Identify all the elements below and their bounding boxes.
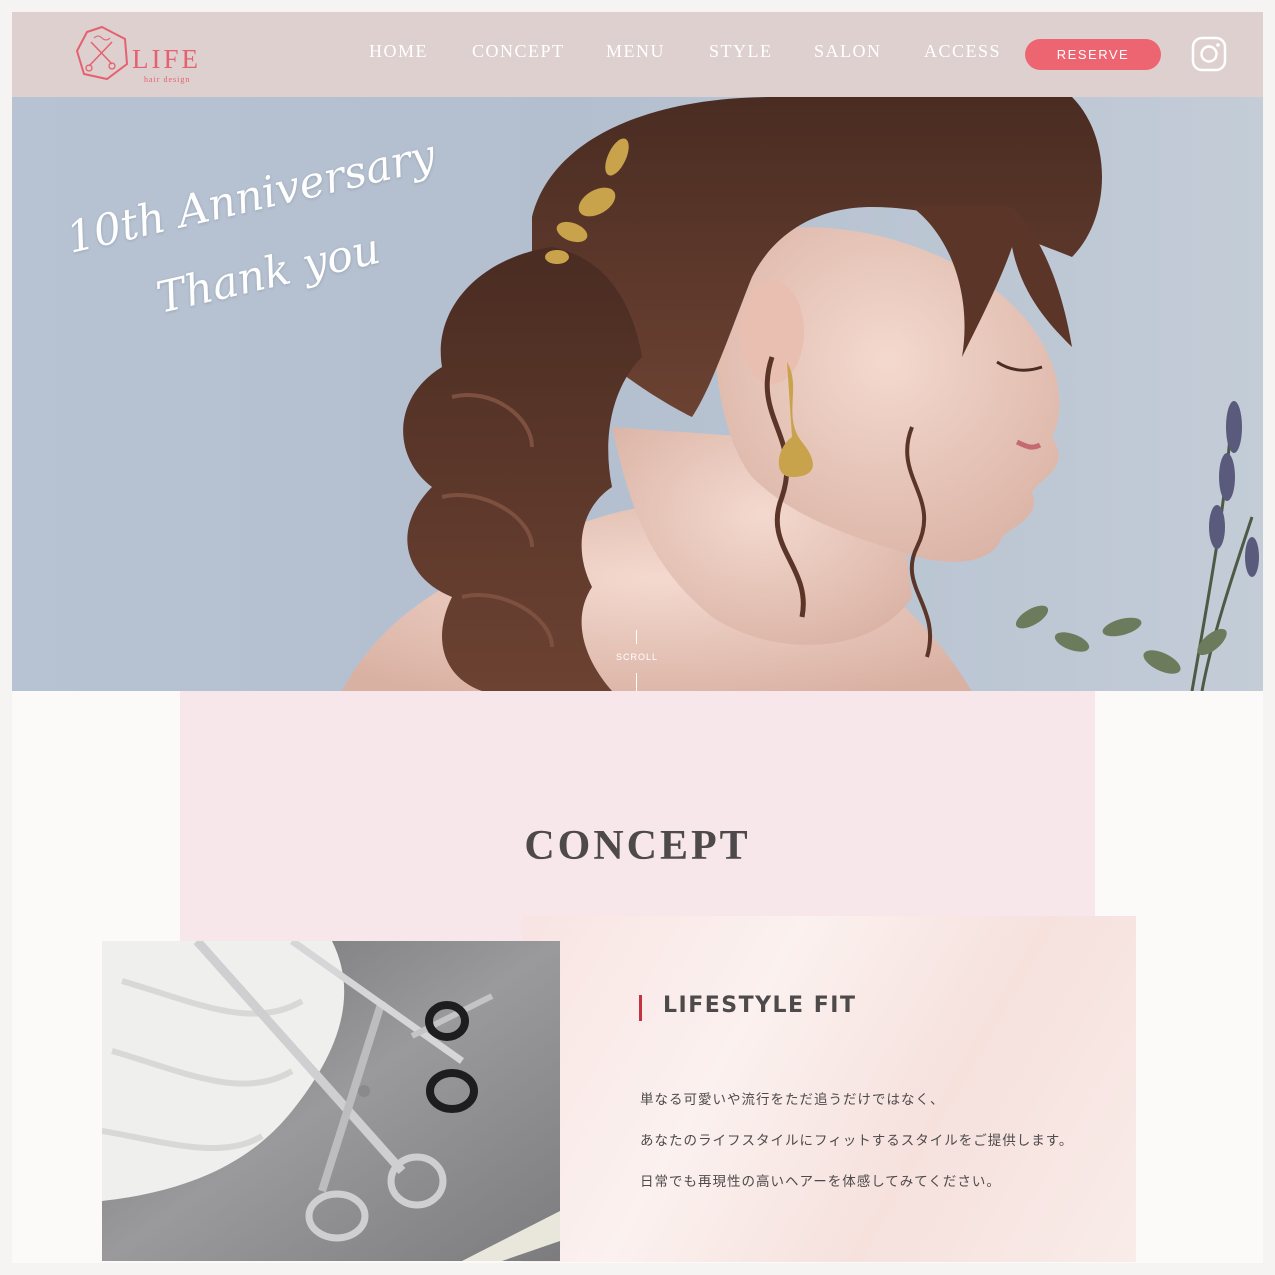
logo-subtitle: hair design xyxy=(144,75,191,84)
reserve-button[interactable]: RESERVE xyxy=(1025,39,1161,70)
concept-background xyxy=(180,691,1095,951)
nav-access[interactable]: ACCESS xyxy=(924,41,1001,62)
nav-home[interactable]: HOME xyxy=(369,41,428,62)
concept-paragraph-3: 日常でも再現性の高いヘアーを体感してみてください。 xyxy=(640,1174,1001,1190)
instagram-icon[interactable] xyxy=(1191,36,1227,72)
lifestyle-heading: LIFESTYLE FIT xyxy=(663,993,857,1018)
scroll-line-top xyxy=(636,630,637,644)
scroll-line-bottom xyxy=(636,673,637,691)
concept-title: CONCEPT xyxy=(524,823,751,869)
hero-section: 10th Anniversary Thank you SCROLL xyxy=(12,97,1263,691)
heading-accent-bar xyxy=(639,995,642,1021)
nav-menu[interactable]: MENU xyxy=(606,41,665,62)
scroll-indicator[interactable]: SCROLL xyxy=(598,652,676,662)
nav-concept[interactable]: CONCEPT xyxy=(472,41,565,62)
nav-style[interactable]: STYLE xyxy=(709,41,773,62)
concept-paragraph-1: 単なる可愛いや流行をただ追うだけではなく、 xyxy=(640,1092,945,1108)
scissors-photo xyxy=(102,941,560,1261)
concept-paragraph-2: あなたのライフスタイルにフィットするスタイルをご提供します。 xyxy=(640,1133,1074,1149)
page-frame: LIFE hair design HOME CONCEPT MENU STYLE… xyxy=(12,12,1263,1263)
lifestyle-card: LIFESTYLE FIT 単なる可愛いや流行をただ追うだけではなく、 あなたの… xyxy=(522,916,1136,1262)
nav-salon[interactable]: SALON xyxy=(814,41,882,62)
site-header: LIFE hair design HOME CONCEPT MENU STYLE… xyxy=(12,12,1263,97)
